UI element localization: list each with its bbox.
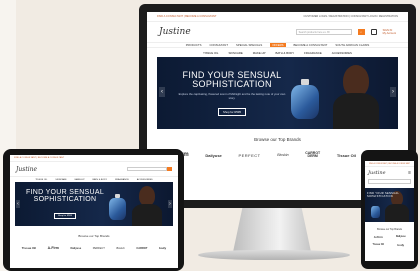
- chevron-right-icon[interactable]: ›: [390, 87, 396, 97]
- login-links[interactable]: CUSTOMER LOGIN / REGISTRATION | CONSULTA…: [304, 15, 399, 18]
- hero-banner[interactable]: FIND YOUR SENSUAL SOPHISTICATION: [365, 188, 414, 222]
- chevron-left-icon[interactable]: ‹: [16, 200, 20, 208]
- monitor-stand: [233, 208, 311, 252]
- phone-header: Justine ≡: [365, 167, 414, 179]
- brands-title: Browse our Top Brands: [254, 137, 301, 142]
- monitor-stand-base: [198, 250, 350, 260]
- brand-logo[interactable]: body: [392, 243, 411, 247]
- brand-logo[interactable]: Tissue Oil: [22, 246, 36, 250]
- category-item[interactable]: BATH & BODY: [93, 179, 108, 181]
- signin-link[interactable]: SIGN IN My Account: [383, 29, 396, 35]
- search-input[interactable]: [127, 167, 167, 171]
- nav-item[interactable]: BECOME A CONSULTANT: [294, 43, 328, 47]
- tablet-header: Justine: [10, 162, 178, 176]
- brand-logo[interactable]: Bioskin: [277, 153, 288, 157]
- banner-title: FIND YOUR SENSUAL SOPHISTICATION: [25, 189, 105, 203]
- nav-item[interactable]: SOUTH AFRICAN CLAIMS: [335, 43, 369, 47]
- category-item[interactable]: ACCESSORIES: [332, 51, 352, 55]
- hero-banner[interactable]: FIND YOUR SENSUAL SOPHISTICATION Shop fo…: [15, 182, 173, 226]
- brand-logo[interactable]: Dailyuse: [205, 153, 221, 158]
- brand-logo[interactable]: Bioskin: [116, 247, 124, 250]
- brands-title: Browse our Top Brands: [78, 234, 110, 238]
- desktop-category-nav: TISSUE OIL SKINCARE MAKE-UP BATH & BODY …: [147, 48, 408, 57]
- category-item[interactable]: TISSUE OIL: [203, 51, 218, 55]
- category-item[interactable]: SKINCARE: [228, 51, 242, 55]
- category-item[interactable]: TISSUE OIL: [35, 179, 47, 181]
- category-item[interactable]: BATH & BODY: [276, 51, 295, 55]
- consultant-links[interactable]: FIND A CONSULTANT | BECOME A CONSULTANT: [157, 15, 217, 18]
- banner-title: FIND YOUR SENSUAL SOPHISTICATION: [182, 70, 282, 89]
- nav-item[interactable]: SPECIAL SPECIALS: [236, 43, 262, 47]
- brand-logo[interactable]: A-Firm: [48, 246, 59, 250]
- hero-banner[interactable]: FIND YOUR SENSUAL SOPHISTICATION Explore…: [157, 57, 398, 129]
- brand-logo[interactable]: CARROT DERM: [305, 151, 320, 159]
- nav-item-active[interactable]: OFFERS: [270, 43, 286, 47]
- model-dress: [333, 93, 379, 129]
- shop-now-button[interactable]: Shop for R595: [53, 213, 77, 219]
- category-item[interactable]: MAKE-UP: [75, 179, 85, 181]
- brand-logo[interactable]: A-Firm: [369, 235, 388, 239]
- brand-logo[interactable]: Dailyuse: [70, 247, 81, 250]
- brand-logo[interactable]: PERFECT: [93, 247, 105, 250]
- perfume-bottle: [371, 206, 380, 218]
- brand-logo[interactable]: CARROT: [136, 247, 147, 250]
- category-item[interactable]: FRAGRANCE: [304, 51, 322, 55]
- justine-logo[interactable]: Justine: [159, 27, 191, 37]
- desktop-header: Justine Search products here ex. Bl ⌕ SI…: [147, 22, 408, 42]
- desktop-top-bar: FIND A CONSULTANT | BECOME A CONSULTANT …: [147, 12, 408, 22]
- perfume-bottle: [109, 198, 126, 220]
- search-input[interactable]: [368, 179, 411, 184]
- menu-icon[interactable]: ≡: [408, 170, 411, 176]
- model-image: [139, 186, 155, 206]
- banner-text: Explore the captivating, flowered scent …: [178, 92, 286, 100]
- brand-logo[interactable]: Tissue Oil: [337, 153, 356, 158]
- category-item[interactable]: FRAGRANCE: [115, 179, 129, 181]
- model-dress: [385, 204, 409, 222]
- tablet-screen: FIND A CONSULTANT | BECOME A CONSULTANT …: [10, 155, 178, 268]
- nav-item[interactable]: PRODUCTS: [186, 43, 202, 47]
- phone-screen: FIND A CONSULTANT | BECOME A CONSULTANT …: [365, 161, 414, 261]
- brands-row: Tissue Oil A-Firm Dailyuse PERFECT Biosk…: [10, 246, 178, 250]
- brand-logo[interactable]: body: [159, 246, 166, 250]
- category-item[interactable]: ACCESSORIES: [137, 179, 153, 181]
- search-button[interactable]: ⌕: [357, 29, 365, 35]
- nav-item[interactable]: CONSULTANT: [209, 43, 228, 47]
- search-input[interactable]: Search products here ex. Bl: [295, 29, 352, 35]
- category-item[interactable]: MAKE-UP: [253, 51, 266, 55]
- brand-logo[interactable]: Tissue Oil: [369, 243, 388, 247]
- category-item[interactable]: SKINCARE: [55, 179, 66, 181]
- perfume-bottle: [291, 85, 319, 119]
- cart-icon[interactable]: [370, 29, 377, 35]
- shop-now-button[interactable]: Shop for R595: [217, 108, 247, 116]
- brand-logo[interactable]: PERFECT: [238, 153, 260, 158]
- justine-logo[interactable]: Justine: [368, 170, 386, 176]
- search-button[interactable]: [167, 167, 172, 171]
- banner-title: FIND YOUR SENSUAL SOPHISTICATION: [367, 192, 400, 198]
- brand-logo[interactable]: Dailyuse: [392, 235, 411, 239]
- brands-grid: A-Firm Dailyuse Tissue Oil body: [365, 231, 414, 247]
- chevron-left-icon[interactable]: ‹: [159, 87, 165, 97]
- chevron-right-icon[interactable]: ›: [168, 200, 172, 208]
- tablet-top-bar[interactable]: FIND A CONSULTANT | BECOME A CONSULTANT: [10, 155, 178, 162]
- justine-logo[interactable]: Justine: [16, 166, 37, 173]
- model-dress: [132, 204, 162, 226]
